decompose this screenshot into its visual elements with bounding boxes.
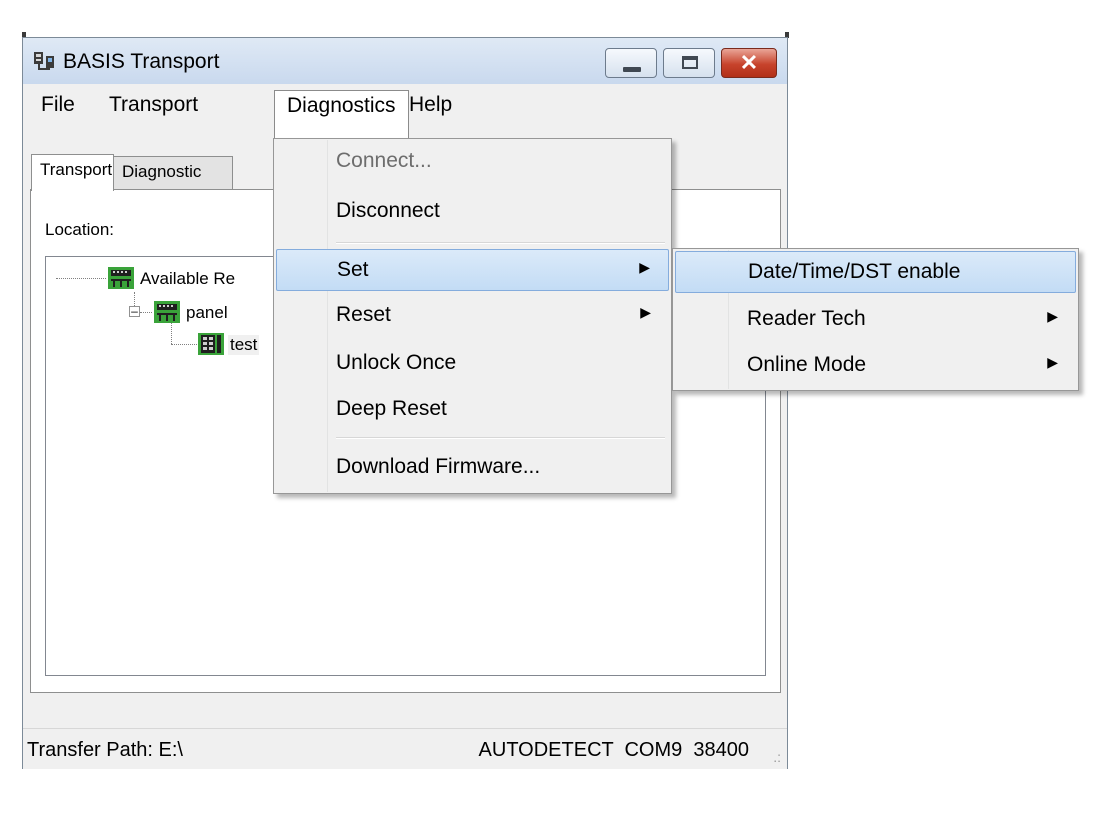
submenu-arrow-icon: ▶ (1047, 354, 1058, 370)
minimize-icon (623, 67, 641, 72)
menu-item-download-firmware[interactable]: Download Firmware... (276, 447, 669, 489)
window-title: BASIS Transport (63, 50, 220, 73)
menu-item-label: Connect... (336, 149, 432, 172)
menu-diagnostics[interactable]: Diagnostics (274, 90, 409, 138)
tree-connector (56, 278, 106, 279)
collapse-icon[interactable]: – (129, 305, 140, 317)
transfer-path-status: Transfer Path: E:\ (27, 739, 183, 761)
resize-grip-icon[interactable]: .: (773, 749, 781, 765)
tree-item-label: test (228, 335, 260, 355)
menu-item-label: Reset (336, 303, 391, 326)
reader-device-icon (198, 333, 224, 355)
submenu-arrow-icon: ▶ (639, 259, 650, 275)
maximize-button[interactable] (663, 48, 715, 78)
menu-item-reader-tech[interactable]: Reader Tech ▶ (675, 299, 1076, 341)
menu-item-connect[interactable]: Connect... (276, 141, 669, 183)
menu-separator (336, 242, 665, 244)
tab-diagnostics[interactable]: Diagnostic (113, 156, 233, 190)
close-icon: ✕ (739, 50, 759, 75)
menu-item-label: Disconnect (336, 199, 440, 222)
menu-item-label: Reader Tech (747, 307, 866, 330)
menu-item-unlock-once[interactable]: Unlock Once (276, 343, 669, 385)
menu-item-label: Deep Reset (336, 397, 447, 420)
close-button[interactable]: ✕ (721, 48, 777, 78)
status-bar: Transfer Path: E:\ AUTODETECT COM9 38400… (23, 728, 787, 769)
title-bar[interactable]: BASIS Transport ✕ (23, 38, 787, 84)
menu-item-date-time-dst-enable[interactable]: Date/Time/DST enable (675, 251, 1076, 293)
menu-item-label: Unlock Once (336, 351, 457, 374)
tree-connector (171, 344, 197, 345)
menu-bar: File Transport Diagnostics Help (23, 84, 787, 138)
tree-item-label: Available Re (140, 269, 236, 288)
menu-item-label: Online Mode (747, 353, 867, 376)
tree-item-label: panel (186, 303, 228, 322)
submenu-arrow-icon: ▶ (640, 304, 651, 320)
tab-transport[interactable]: Transport (31, 154, 114, 191)
menu-item-reset[interactable]: Reset ▶ (276, 295, 669, 337)
menu-item-label: Date/Time/DST enable (748, 260, 961, 283)
menu-item-label: Set (337, 258, 369, 281)
menu-file[interactable]: File (29, 90, 87, 130)
tree-connector (171, 323, 172, 344)
submenu-arrow-icon: ▶ (1047, 308, 1058, 324)
menu-item-deep-reset[interactable]: Deep Reset (276, 389, 669, 431)
menu-separator (336, 437, 665, 439)
diagnostics-menu: Connect... Disconnect Set ▶ Reset ▶ Unlo… (273, 138, 672, 494)
network-panel-icon (154, 301, 180, 323)
menu-item-label: Download Firmware... (336, 455, 541, 478)
tree-connector (140, 312, 152, 313)
connection-status: AUTODETECT COM9 38400 (478, 739, 749, 761)
menu-transport[interactable]: Transport (97, 90, 210, 130)
menu-item-disconnect[interactable]: Disconnect (276, 191, 669, 233)
menu-item-online-mode[interactable]: Online Mode ▶ (675, 345, 1076, 387)
network-panel-icon (108, 267, 134, 289)
maximize-icon (682, 56, 698, 69)
menu-item-set[interactable]: Set ▶ (276, 249, 669, 291)
set-submenu: Date/Time/DST enable Reader Tech ▶ Onlin… (672, 248, 1079, 391)
location-label: Location: (45, 220, 114, 239)
app-transport-icon (33, 50, 57, 77)
minimize-button[interactable] (605, 48, 657, 78)
